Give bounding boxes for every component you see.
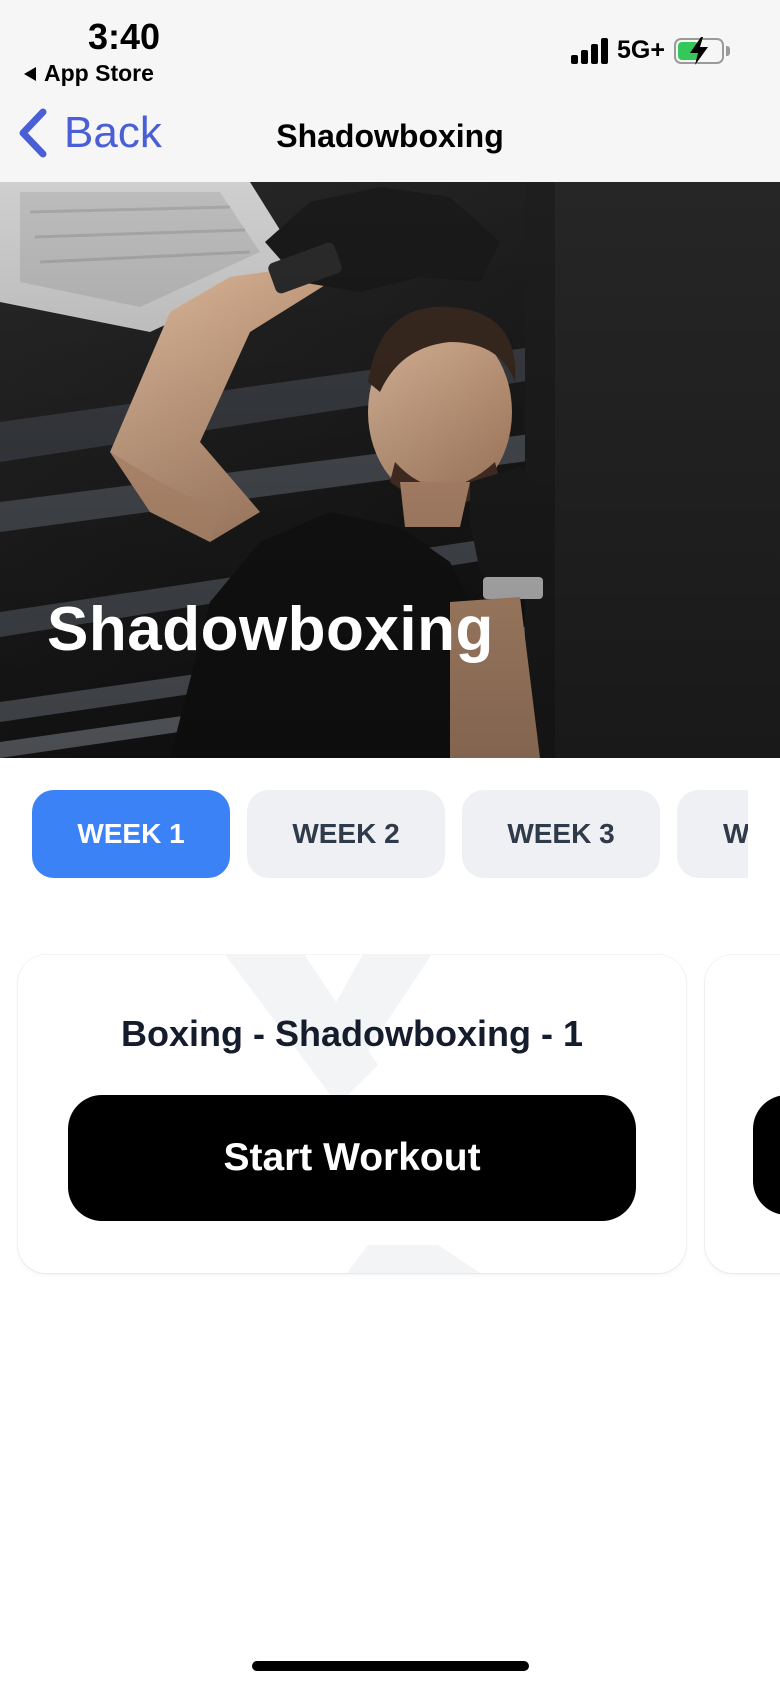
back-to-app-store-link[interactable]: App Store [24, 60, 154, 87]
boxer-photo-icon [0, 182, 780, 758]
workout-title: Boxing - Shadowboxing - 1 [121, 1013, 583, 1054]
tab-week-4[interactable]: W [677, 790, 748, 878]
next-start-workout-button[interactable] [753, 1095, 780, 1215]
hero-title: Shadowboxing [47, 595, 494, 664]
page-title: Shadowboxing [276, 118, 504, 154]
tab-week-3[interactable]: WEEK 3 [462, 790, 660, 878]
battery-tip [726, 46, 730, 56]
tab-week-1[interactable]: WEEK 1 [32, 790, 230, 878]
start-workout-button[interactable]: Start Workout [68, 1095, 636, 1221]
week-tabs: WEEK 1 WEEK 2 WEEK 3 W [32, 790, 748, 878]
charging-bolt-icon [690, 37, 708, 65]
status-time: 3:40 [88, 16, 161, 57]
workout-carousel[interactable]: Boxing - Shadowboxing - 1 Start Workout [0, 930, 780, 1282]
network-type: 5G+ [617, 36, 665, 64]
status-bar: 3:40 App Store 5G+ Back Shadowboxing [0, 0, 780, 182]
cellular-signal-icon [571, 38, 611, 64]
workout-card-next[interactable] [705, 955, 780, 1273]
home-indicator[interactable] [252, 1661, 529, 1671]
tab-week-2[interactable]: WEEK 2 [247, 790, 445, 878]
hero-banner: Shadowboxing [0, 182, 780, 758]
back-triangle-icon [24, 66, 36, 81]
workout-card: Boxing - Shadowboxing - 1 Start Workout [18, 955, 686, 1273]
back-app-label: App Store [44, 60, 154, 86]
